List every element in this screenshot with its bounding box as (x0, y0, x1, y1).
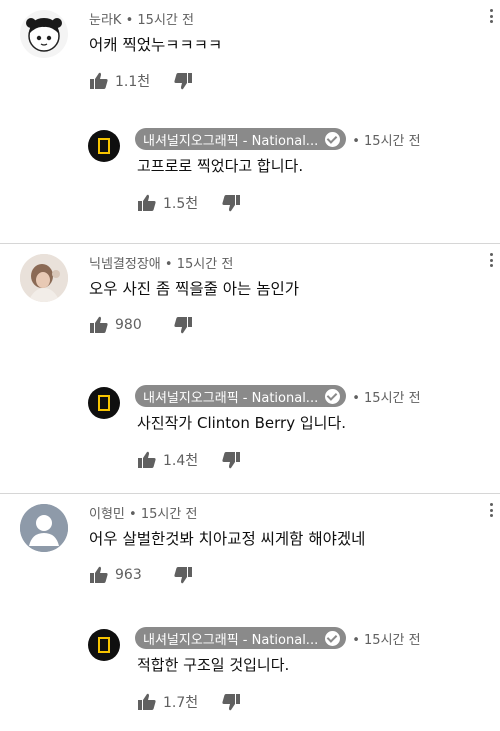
reply-text: 적합한 구조일 것입니다. (137, 656, 290, 674)
comment-text: 어캐 찍었누ㅋㅋㅋㅋ (89, 36, 223, 54)
reply-meta: 내셔널지오그래픽 - National... • 15시간 전 (135, 128, 421, 150)
meta-separator: • (125, 13, 134, 28)
comment-author[interactable]: 눈라K (89, 13, 121, 28)
comment-time[interactable]: 15시간 전 (177, 257, 234, 272)
reply-time[interactable]: 15시간 전 (364, 134, 421, 149)
thumbs-down-icon[interactable] (221, 692, 241, 712)
reply: 내셔널지오그래픽 - National... • 15시간 전 사진작가 Cli… (0, 377, 500, 487)
thumbs-up-icon[interactable] (89, 71, 109, 91)
reply-actions: 1.4천 (137, 449, 241, 471)
natgeo-logo-avatar[interactable] (88, 387, 120, 419)
more-options-icon[interactable] (486, 250, 496, 270)
thumbs-down-icon[interactable] (173, 71, 193, 91)
natgeo-logo-avatar[interactable] (88, 629, 120, 661)
meta-separator: • (129, 507, 137, 522)
comment-thread: 닉넴결정장애 • 15시간 전 오우 사진 좀 찍을줄 아는 놈인가 980 내… (0, 243, 500, 493)
verified-check-icon (325, 131, 341, 147)
comment-thread: 눈라K • 15시간 전 어캐 찍었누ㅋㅋㅋㅋ 1.1천 내셔널지오그래픽 - … (0, 0, 500, 243)
comment-author[interactable]: 이형민 (89, 507, 125, 522)
comment-meta: 이형민 • 15시간 전 (89, 503, 197, 522)
meta-separator: • (352, 632, 360, 648)
comment-actions: 980 (89, 314, 193, 336)
avatar[interactable] (20, 504, 68, 552)
reply-time-wrap: • 15시간 전 (352, 130, 420, 149)
reply: 내셔널지오그래픽 - National... • 15시간 전 고프로로 찍었다… (0, 120, 500, 230)
comment-time[interactable]: 15시간 전 (137, 13, 194, 28)
comment-author[interactable]: 닉넴결정장애 (89, 257, 161, 272)
reply: 내셔널지오그래픽 - National... • 15시간 전 적합한 구조일 … (0, 619, 500, 729)
thumbs-down-icon[interactable] (173, 315, 193, 335)
like-count: 1.7천 (163, 695, 199, 711)
avatar[interactable] (20, 10, 68, 58)
like-count: 963 (115, 567, 142, 583)
avatar[interactable] (20, 254, 68, 302)
comment-thread: 이형민 • 15시간 전 어우 살벌한것봐 치아교정 씨게함 해야겠네 963 … (0, 493, 500, 730)
thumbs-up-icon[interactable] (137, 450, 157, 470)
reply-time[interactable]: 15시간 전 (364, 391, 421, 406)
reply-actions: 1.5천 (137, 192, 241, 214)
thumbs-up-icon[interactable] (89, 315, 109, 335)
comment-text: 오우 사진 좀 찍을줄 아는 놈인가 (89, 280, 300, 298)
reply-time-wrap: • 15시간 전 (352, 387, 420, 406)
channel-owner-badge[interactable]: 내셔널지오그래픽 - National... (135, 385, 347, 407)
meta-separator: • (164, 257, 173, 272)
comment-time[interactable]: 15시간 전 (141, 507, 198, 522)
more-options-icon[interactable] (486, 6, 496, 26)
reply-meta: 내셔널지오그래픽 - National... • 15시간 전 (135, 627, 421, 649)
comment-actions: 963 (89, 564, 193, 586)
like-count: 1.4천 (163, 453, 199, 469)
verified-check-icon (325, 388, 341, 404)
thumbs-down-icon[interactable] (221, 450, 241, 470)
reply-author: 내셔널지오그래픽 - National... (143, 390, 319, 406)
meta-separator: • (352, 133, 360, 149)
more-options-icon[interactable] (486, 500, 496, 520)
meta-separator: • (352, 390, 360, 406)
reply-time-wrap: • 15시간 전 (352, 629, 420, 648)
comment-text: 어우 살벌한것봐 치아교정 씨게함 해야겠네 (89, 530, 366, 548)
reply-text: 고프로로 찍었다고 합니다. (137, 157, 304, 175)
thumbs-down-icon[interactable] (221, 193, 241, 213)
like-count: 1.1천 (115, 74, 151, 90)
like-count: 980 (115, 317, 142, 333)
thumbs-up-icon[interactable] (137, 692, 157, 712)
reply-author: 내셔널지오그래픽 - National... (143, 632, 319, 648)
comment-meta: 닉넴결정장애 • 15시간 전 (89, 253, 233, 272)
thumbs-down-icon[interactable] (173, 565, 193, 585)
reply-meta: 내셔널지오그래픽 - National... • 15시간 전 (135, 385, 421, 407)
verified-check-icon (325, 630, 341, 646)
natgeo-logo-avatar[interactable] (88, 130, 120, 162)
channel-owner-badge[interactable]: 내셔널지오그래픽 - National... (135, 128, 347, 150)
like-count: 1.5천 (163, 196, 199, 212)
thumbs-up-icon[interactable] (137, 193, 157, 213)
reply-time[interactable]: 15시간 전 (364, 633, 421, 648)
thumbs-up-icon[interactable] (89, 565, 109, 585)
reply-actions: 1.7천 (137, 691, 241, 713)
reply-author: 내셔널지오그래픽 - National... (143, 133, 319, 149)
reply-text: 사진작가 Clinton Berry 입니다. (137, 414, 347, 432)
channel-owner-badge[interactable]: 내셔널지오그래픽 - National... (135, 627, 347, 649)
comment-actions: 1.1천 (89, 70, 193, 92)
comment-meta: 눈라K • 15시간 전 (89, 9, 194, 28)
